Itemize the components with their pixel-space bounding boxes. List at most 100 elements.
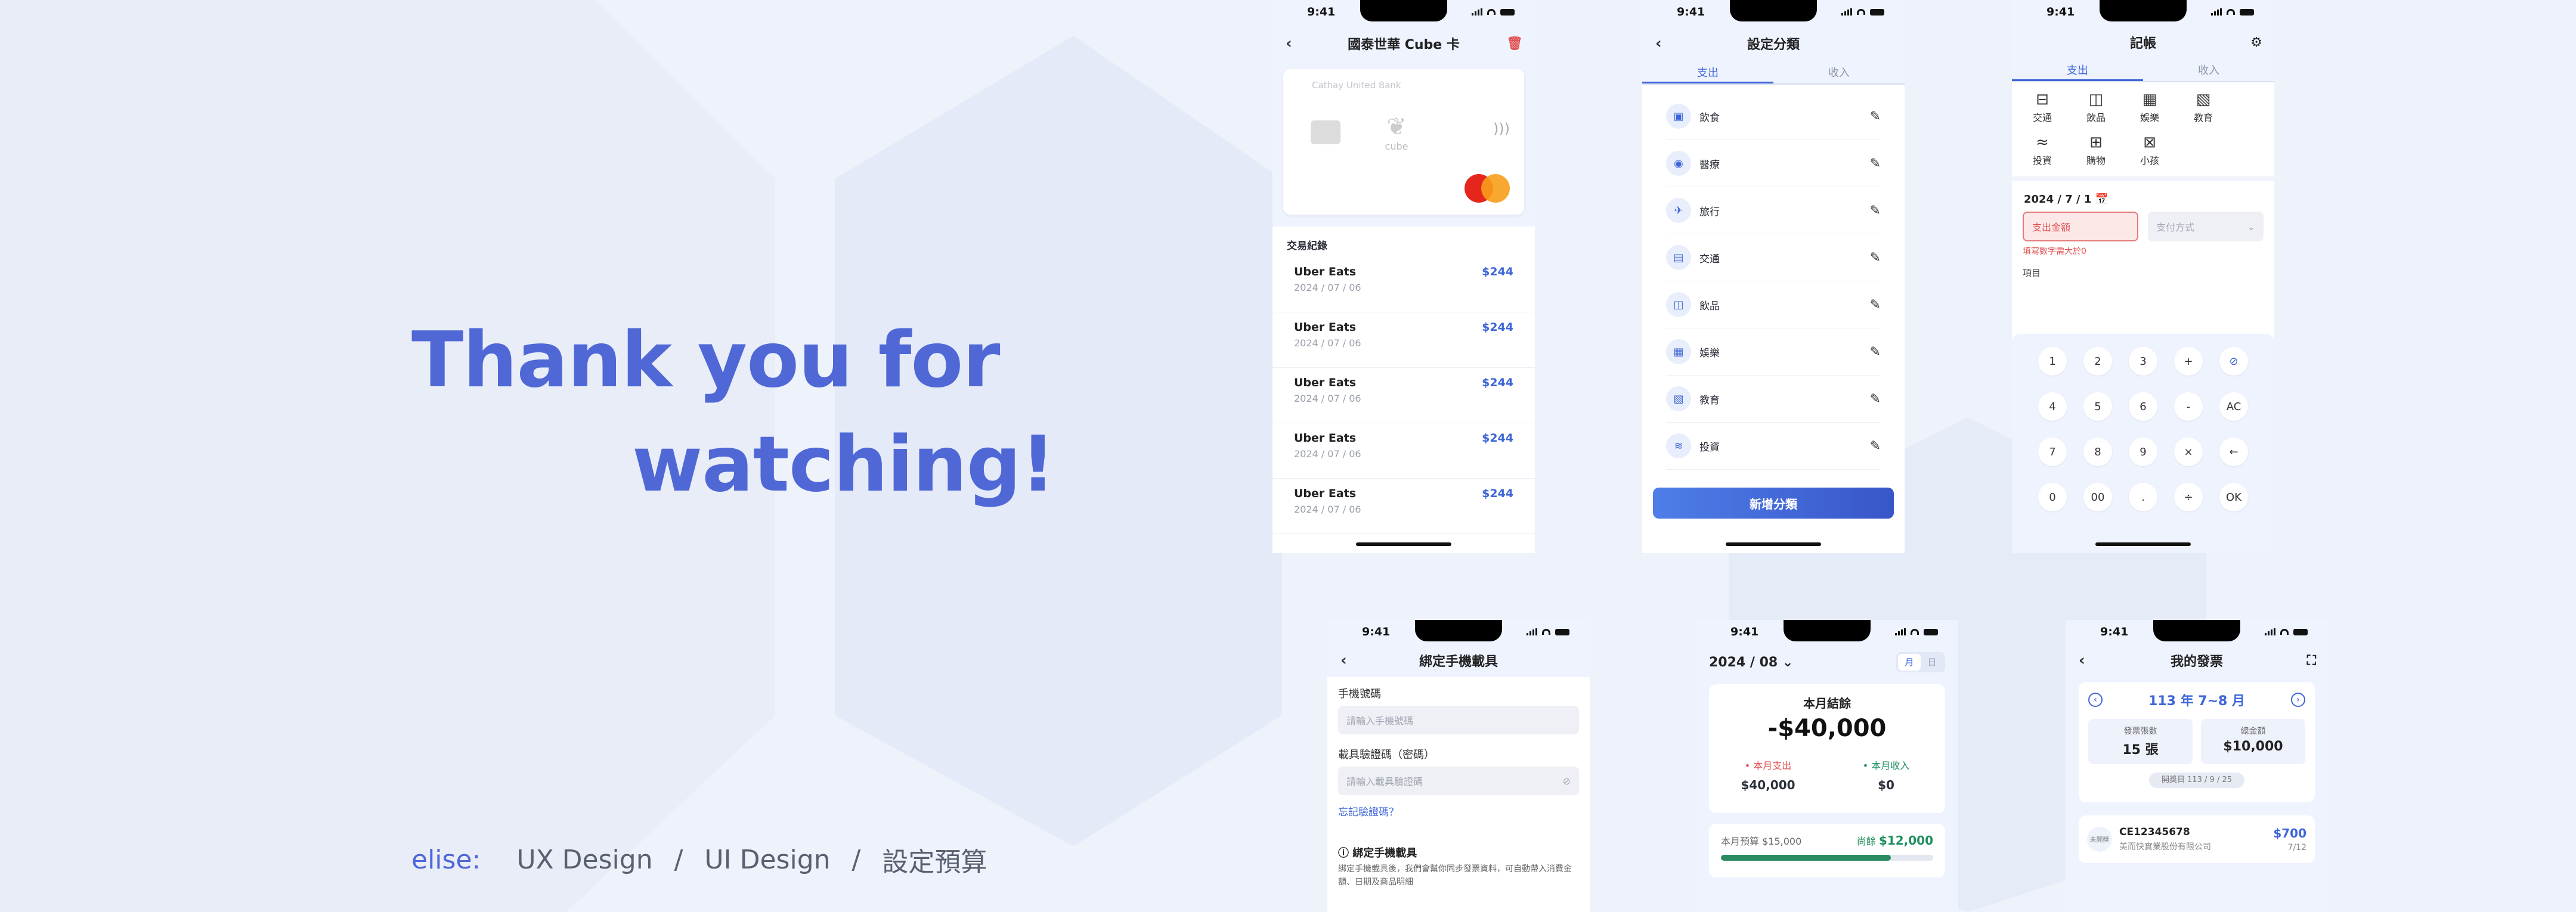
keypad-key[interactable]: 5	[2083, 392, 2112, 421]
keypad-key[interactable]: 0	[2038, 483, 2067, 511]
category-list: ▣ 飲食 ✎ ◉ 醫療 ✎ ✈ 旅行 ✎ ▤ 交通 ✎ ◫ 飲品 ✎ ▦ 娛樂 ✎ ▧ 教育 ✎ ≋ 投資 ✎	[1642, 93, 1905, 470]
chevron-left-icon[interactable]: ‹	[2088, 693, 2103, 707]
category-row[interactable]: ▤ 交通 ✎	[1666, 234, 1881, 281]
calendar-icon: 📅	[2095, 193, 2109, 206]
category-row[interactable]: ≋ 投資 ✎	[1666, 423, 1881, 470]
keypad-key[interactable]: 00	[2083, 483, 2112, 511]
dynamic-island	[2153, 620, 2240, 641]
keypad-key[interactable]: ×	[2174, 438, 2203, 466]
edit-icon[interactable]: ✎	[1870, 156, 1881, 171]
keypad-key[interactable]: ⊘	[2219, 347, 2248, 376]
category-option[interactable]: ≈ 投資	[2015, 134, 2069, 167]
category-option[interactable]: ⊞ 購物	[2069, 134, 2123, 167]
category-row[interactable]: ◉ 醫療 ✎	[1666, 140, 1881, 187]
expense-label: • 本月支出	[1744, 760, 1792, 771]
forgot-code-link[interactable]: 忘記驗證碼？	[1327, 795, 1590, 827]
credit-card[interactable]: Cathay United Bank ❦ cube )))	[1283, 69, 1524, 215]
edit-icon[interactable]: ✎	[1870, 297, 1881, 312]
month-selector[interactable]: 2024 / 08 ⌄	[1709, 655, 1793, 670]
tab-expense[interactable]: 支出	[1642, 63, 1773, 83]
transaction-row[interactable]: Uber Eats 2024 / 07 / 06 $244	[1272, 368, 1535, 423]
category-row[interactable]: ✈ 旅行 ✎	[1666, 187, 1881, 234]
invoice-amount: $700	[2273, 826, 2306, 840]
wifi-icon	[2227, 9, 2235, 15]
transaction-row[interactable]: Uber Eats 2024 / 07 / 06 $244	[1272, 257, 1535, 312]
category-option[interactable]: ⊠ 小孩	[2123, 134, 2176, 167]
status-bar: 9:41	[1327, 620, 1590, 644]
keypad-key[interactable]: AC	[2219, 392, 2248, 421]
keypad-key[interactable]: -	[2174, 392, 2203, 421]
category-row[interactable]: ▣ 飲食 ✎	[1666, 93, 1881, 140]
keypad-key[interactable]: .	[2129, 483, 2157, 511]
scan-icon[interactable]: ⛶	[2307, 653, 2316, 668]
chevron-right-icon[interactable]: ›	[2290, 693, 2305, 707]
keypad-key[interactable]: 7	[2038, 438, 2067, 466]
phone-number-input[interactable]: 請輸入手機號碼	[1338, 706, 1579, 734]
invoice-item[interactable]: 未開獎 CE12345678 美而快實業股份有限公司 $700 7/12	[2079, 815, 2315, 863]
toggle-month[interactable]: 月	[1898, 654, 1921, 671]
keypad-key[interactable]: 8	[2083, 438, 2112, 466]
transaction-row[interactable]: Uber Eats 2024 / 07 / 06 $244	[1272, 479, 1535, 534]
keypad-key[interactable]: 6	[2129, 392, 2157, 421]
keypad-key[interactable]: 3	[2129, 347, 2157, 376]
edit-icon[interactable]: ✎	[1870, 203, 1881, 218]
tab-income[interactable]: 收入	[2143, 61, 2274, 81]
category-option-label: 教育	[2193, 112, 2213, 123]
footer-separator: /	[852, 844, 861, 875]
keypad-key[interactable]: 1	[2038, 347, 2067, 376]
edit-icon[interactable]: ✎	[1870, 250, 1881, 265]
keypad-grid: 1 2 3 + ⊘ 4 5 6- AC 7 8 9 × ← 0 00. ÷ OK	[2030, 347, 2256, 511]
status-bar: 9:41	[1642, 0, 1905, 24]
gear-icon[interactable]: ⚙	[2250, 35, 2262, 50]
keypad-key[interactable]: ←	[2219, 438, 2248, 466]
edit-icon[interactable]: ✎	[1870, 439, 1881, 454]
tab-expense[interactable]: 支出	[2012, 61, 2143, 81]
category-option[interactable]: ◫ 飲品	[2069, 91, 2123, 124]
back-icon[interactable]: ‹	[1655, 35, 1662, 52]
keypad-key[interactable]: 2	[2083, 347, 2112, 376]
category-option-label: 小孩	[2140, 155, 2159, 166]
keypad-key[interactable]: 9	[2129, 438, 2157, 466]
back-icon[interactable]: ‹	[1286, 35, 1292, 52]
dynamic-island	[1360, 0, 1447, 21]
keypad-key[interactable]: OK	[2219, 483, 2248, 511]
invoice-summary-card: ‹ 113 年 7~8 月 › 發票張數 15 張 總金額 $10,000 開獎…	[2079, 682, 2315, 802]
keypad-key[interactable]: 4	[2038, 392, 2067, 421]
battery-icon	[1924, 628, 1938, 635]
payment-method-select[interactable]: 支付方式 ⌄	[2147, 212, 2264, 241]
category-option[interactable]: ⊟ 交通	[2015, 91, 2069, 124]
eye-off-icon[interactable]: ⊘	[1563, 775, 1571, 787]
edit-icon[interactable]: ✎	[1870, 392, 1881, 407]
status-time: 9:41	[1362, 625, 1391, 638]
back-icon[interactable]: ‹	[2079, 652, 2085, 669]
back-icon[interactable]: ‹	[1340, 652, 1347, 669]
remaining-label: 尚餘	[1856, 836, 1876, 847]
category-option[interactable]: ▦ 娛樂	[2123, 91, 2176, 124]
transaction-row[interactable]: Uber Eats 2024 / 07 / 06 $244	[1272, 312, 1535, 368]
transaction-row[interactable]: Uber Eats 2024 / 07 / 06 $244	[1272, 423, 1535, 479]
edit-icon[interactable]: ✎	[1870, 109, 1881, 124]
hero-title-line1: Thank you for	[411, 316, 1000, 405]
category-row[interactable]: ▦ 娛樂 ✎	[1666, 328, 1881, 376]
carrier-code-input[interactable]: 請輸入載具驗證碼 ⊘	[1338, 767, 1579, 795]
category-row[interactable]: ◫ 飲品 ✎	[1666, 281, 1881, 328]
keypad-key[interactable]: +	[2174, 347, 2203, 376]
tab-income[interactable]: 收入	[1773, 63, 1905, 83]
toggle-day[interactable]: 日	[1921, 654, 1943, 671]
phone-bind-carrier: 9:41 ‹ 綁定手機載具 手機號碼 請輸入手機號碼 載具驗證碼（密碼） 請輸入…	[1327, 620, 1590, 912]
date-picker[interactable]: 2024 / 7 / 1 📅	[2012, 181, 2274, 212]
category-row[interactable]: ▧ 教育 ✎	[1666, 376, 1881, 423]
add-category-button[interactable]: 新增分類	[1653, 488, 1894, 519]
trash-icon[interactable]: 🗑	[1506, 36, 1523, 51]
edit-icon[interactable]: ✎	[1870, 345, 1881, 359]
amount-input[interactable]: 支出金額	[2023, 212, 2138, 241]
nfc-icon: )))	[1493, 120, 1510, 137]
wifi-icon	[1542, 629, 1550, 635]
keypad-key[interactable]: ÷	[2174, 483, 2203, 511]
invoice-period: 113 年 7~8 月	[2148, 694, 2245, 709]
invoice-count-label: 發票張數	[2123, 727, 2157, 736]
category-option[interactable]: ▧ 教育	[2176, 91, 2230, 124]
budget-card[interactable]: 本月預算 $15,000 尚餘 $12,000	[1709, 824, 1945, 877]
card-area: Cathay United Bank ❦ cube )))	[1272, 63, 1535, 227]
education-icon: ▧	[1666, 386, 1691, 411]
